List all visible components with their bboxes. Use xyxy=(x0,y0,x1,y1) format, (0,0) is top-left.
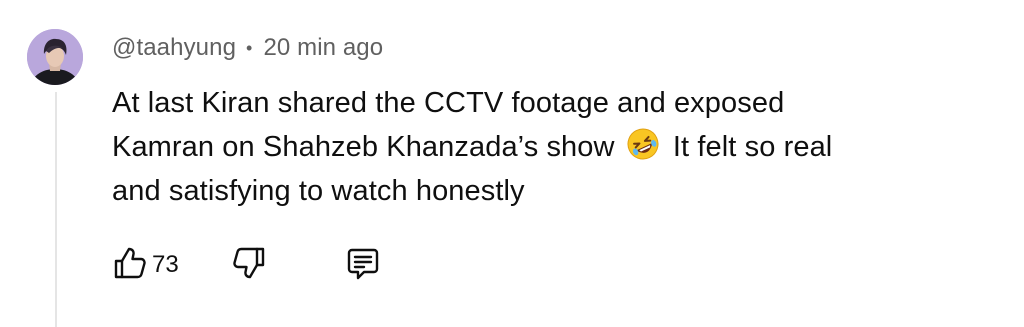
comment-actions: 73 xyxy=(112,245,381,285)
like-count: 73 xyxy=(152,251,179,278)
comment-text-line: and satisfying to watch honestly xyxy=(112,175,525,207)
comment-text-line: At last Kiran shared the CCTV footage an… xyxy=(112,87,785,119)
comment-text-segment: It felt so real xyxy=(672,131,833,163)
comment-timestamp[interactable]: 20 min ago xyxy=(263,34,383,62)
thread-line xyxy=(55,92,57,327)
comment-text: At last Kiran shared the CCTV footage an… xyxy=(112,81,992,213)
thumbs-up-icon xyxy=(112,245,148,286)
comment-text-line: Kamran on Shahzeb Khanzada’s show It fel… xyxy=(112,125,992,169)
meta-separator: • xyxy=(246,37,253,58)
like-button[interactable]: 73 xyxy=(112,245,179,286)
avatar-image xyxy=(27,29,83,85)
reply-button[interactable] xyxy=(345,245,381,286)
comment-text-segment: Kamran on Shahzeb Khanzada’s show xyxy=(112,131,615,163)
reply-comment-icon xyxy=(345,245,381,286)
comment-meta: @taahyung • 20 min ago xyxy=(112,32,992,64)
thumbs-down-icon xyxy=(231,245,267,286)
dislike-button[interactable] xyxy=(231,245,267,286)
avatar[interactable] xyxy=(27,29,83,85)
author-handle[interactable]: @taahyung xyxy=(112,34,236,62)
rolling-on-floor-laughing-emoji xyxy=(625,126,661,162)
comment-body: @taahyung • 20 min ago At last Kiran sha… xyxy=(112,32,992,213)
